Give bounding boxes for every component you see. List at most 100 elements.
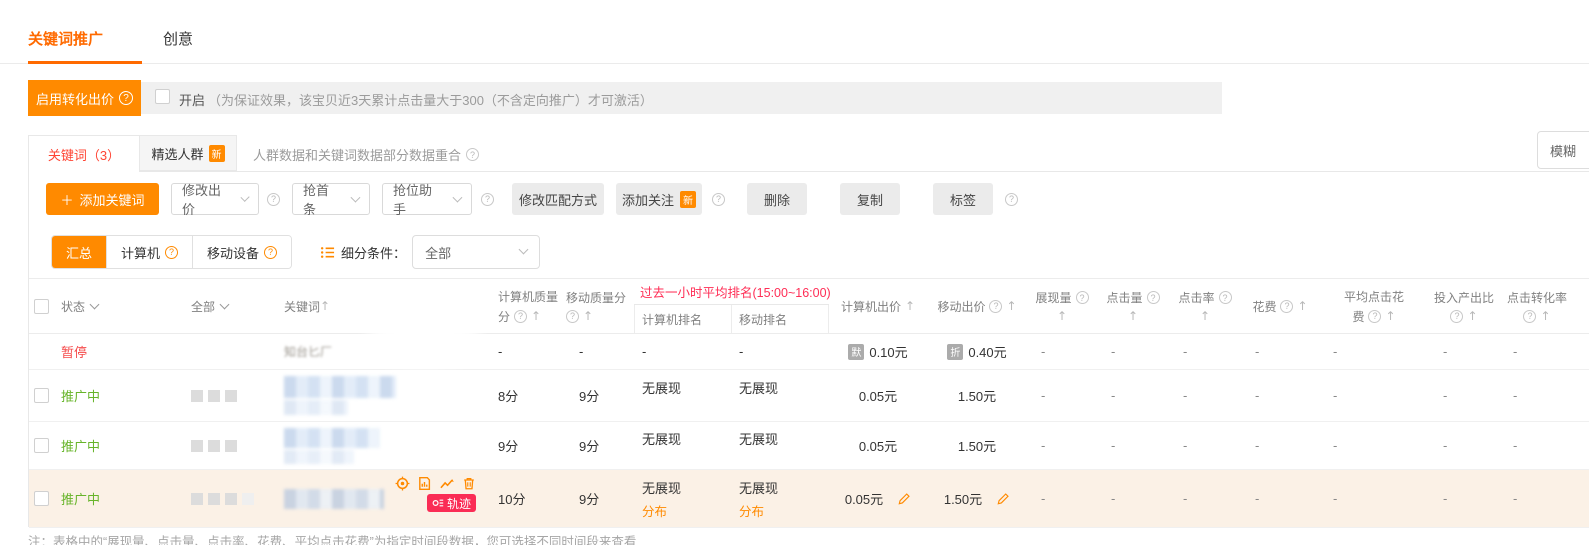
roi-cell: - (1429, 370, 1499, 421)
help-icon[interactable]: ? (481, 193, 494, 206)
header-computer-quality[interactable]: 计算机质量 分?↑ (486, 279, 559, 333)
computer-rank-cell: - (634, 334, 731, 369)
device-tab-mobile[interactable]: 移动设备? (192, 236, 291, 268)
help-icon[interactable]: ? (1523, 310, 1536, 323)
sort-arrow-icon[interactable]: ↑ (320, 299, 330, 313)
header-avg-cpc[interactable]: 平均点击花 费?↑ (1319, 279, 1429, 333)
help-icon[interactable]: ? (1005, 193, 1018, 206)
help-icon[interactable]: ? (1076, 291, 1089, 304)
tab-keywords[interactable]: 关键词 （3） (28, 135, 140, 172)
segment-filter-select[interactable]: 全部 (412, 235, 540, 269)
conversion-note: （为保证效果，该宝贝近3天累计点击量大于300（不含定向推广）才可激活） (208, 90, 653, 109)
track-button[interactable]: 轨迹 (427, 494, 476, 512)
help-icon[interactable]: ? (119, 91, 133, 105)
distribution-link[interactable]: 分布 (642, 501, 667, 520)
header-cost[interactable]: 花费?↑ (1241, 279, 1319, 333)
ctr-cell: - (1169, 334, 1241, 369)
table-header: 状态 全部 关键词↑ 计算机质量 分?↑ 移动质量分 ?↑ 过去一小时平均排名(… (29, 278, 1589, 334)
help-icon[interactable]: ? (1219, 291, 1232, 304)
sort-arrow-icon[interactable]: ↑ (1540, 309, 1550, 323)
grab-top-button[interactable]: 抢首条 (292, 183, 370, 215)
mobile-quality-cell: 9分 (559, 470, 634, 527)
row-checkbox[interactable] (34, 491, 49, 506)
toolbar: ＋ 添加关键词 修改出价 ? 抢首条 抢位助手 ? 修改匹配方式 添加关注 新 … (29, 172, 1589, 226)
keyword-cell[interactable] (269, 422, 486, 469)
sort-arrow-icon[interactable]: ↑ (1385, 309, 1395, 323)
copy-button[interactable]: 复制 (840, 183, 900, 215)
header-computer-bid[interactable]: 计算机出价↑ (829, 279, 927, 333)
keyword-cell[interactable]: 知台匕厂 (269, 334, 486, 369)
default-bid-badge: 默 (848, 344, 864, 360)
help-icon[interactable]: ? (1147, 291, 1160, 304)
tab-creative[interactable]: 创意 (163, 28, 193, 49)
sort-arrow-icon[interactable]: ↑ (1467, 309, 1477, 323)
sort-arrow-icon[interactable]: ↑ (1057, 309, 1067, 323)
status-badge: 推广中 (61, 436, 100, 455)
help-icon[interactable]: ? (989, 300, 1002, 313)
header-computer-rank[interactable]: 计算机排名 (634, 305, 731, 333)
help-icon[interactable]: ? (1368, 310, 1381, 323)
sort-arrow-icon[interactable]: ↑ (1297, 299, 1307, 313)
sort-arrow-icon[interactable]: ↑ (1006, 299, 1016, 313)
fuzzy-button[interactable]: 模糊 (1537, 131, 1589, 169)
sort-arrow-icon[interactable]: ↑ (583, 309, 593, 323)
sort-arrow-icon[interactable]: ↑ (905, 299, 915, 313)
computer-rank-cell: 无展现 (634, 370, 731, 421)
help-icon[interactable]: ? (1450, 310, 1463, 323)
sort-arrow-icon[interactable]: ↑ (1200, 309, 1210, 323)
modify-bid-button[interactable]: 修改出价 (171, 183, 259, 215)
row-checkbox[interactable] (34, 438, 49, 453)
help-icon[interactable]: ? (466, 148, 479, 161)
header-roi[interactable]: 投入产出比 ?↑ (1429, 279, 1499, 333)
header-mobile-rank[interactable]: 移动排名 (731, 305, 829, 333)
table-row: 暂停 知台匕厂 - - - - 默 0.10元 折 0.40元 - - - - … (29, 334, 1589, 370)
header-creative-all[interactable]: 全部 (151, 279, 269, 333)
help-icon[interactable]: ? (514, 310, 527, 323)
help-icon[interactable]: ? (566, 310, 579, 323)
help-icon[interactable]: ? (267, 193, 280, 206)
new-badge: 新 (209, 145, 225, 162)
sort-arrow-icon[interactable]: ↑ (531, 309, 541, 323)
help-icon[interactable]: ? (712, 193, 725, 206)
modify-match-button[interactable]: 修改匹配方式 (512, 183, 604, 215)
header-mobile-bid[interactable]: 移动出价?↑ (927, 279, 1027, 333)
tab-audience[interactable]: 精选人群 新 (139, 135, 237, 171)
header-ctr[interactable]: 点击率? ↑ (1169, 279, 1241, 333)
delete-button[interactable]: 删除 (747, 183, 807, 215)
device-tab-computer[interactable]: 计算机? (106, 236, 192, 268)
trash-icon[interactable] (462, 476, 476, 491)
tab-keyword-promotion[interactable]: 关键词推广 (28, 28, 103, 49)
add-watch-button[interactable]: 添加关注 新 (616, 183, 702, 215)
header-impressions[interactable]: 展现量? ↑ (1027, 279, 1097, 333)
enable-conversion-checkbox[interactable] (155, 89, 170, 104)
add-keyword-button[interactable]: ＋ 添加关键词 (46, 183, 159, 215)
header-clicks[interactable]: 点击量? ↑ (1097, 279, 1169, 333)
header-mobile-quality[interactable]: 移动质量分 ?↑ (559, 279, 634, 333)
header-partial-column[interactable]: 收 ? (1575, 279, 1589, 333)
target-icon[interactable] (395, 476, 410, 491)
header-cvr[interactable]: 点击转化率 ?↑ (1499, 279, 1575, 333)
keyword-cell[interactable]: 轨迹 (269, 470, 486, 527)
clicks-cell: - (1097, 334, 1169, 369)
device-tab-summary[interactable]: 汇总 (52, 236, 106, 268)
enable-conversion-bid-button[interactable]: 启用转化出价 ? (28, 80, 141, 116)
avg-cpc-cell: - (1319, 422, 1429, 469)
edit-bid-icon[interactable] (897, 492, 911, 506)
grab-assistant-button[interactable]: 抢位助手 (382, 183, 472, 215)
help-icon[interactable]: ? (264, 246, 277, 259)
edit-bid-icon[interactable] (996, 492, 1010, 506)
traffic-report-icon[interactable] (417, 476, 432, 491)
distribution-link[interactable]: 分布 (739, 501, 764, 520)
help-icon[interactable]: ? (165, 246, 178, 259)
row-checkbox[interactable] (34, 388, 49, 403)
tag-button[interactable]: 标签 (933, 183, 993, 215)
sort-arrow-icon[interactable]: ↑ (1128, 309, 1138, 323)
keyword-cell[interactable] (269, 370, 486, 421)
select-all-checkbox[interactable] (34, 299, 49, 314)
trend-chart-icon[interactable] (439, 476, 455, 491)
header-status[interactable]: 状态 (59, 279, 151, 333)
clicks-cell: - (1097, 370, 1169, 421)
help-icon[interactable]: ? (1280, 300, 1293, 313)
cvr-cell: - (1499, 334, 1575, 369)
top-tab-bar: 关键词推广 创意 (0, 20, 1589, 65)
